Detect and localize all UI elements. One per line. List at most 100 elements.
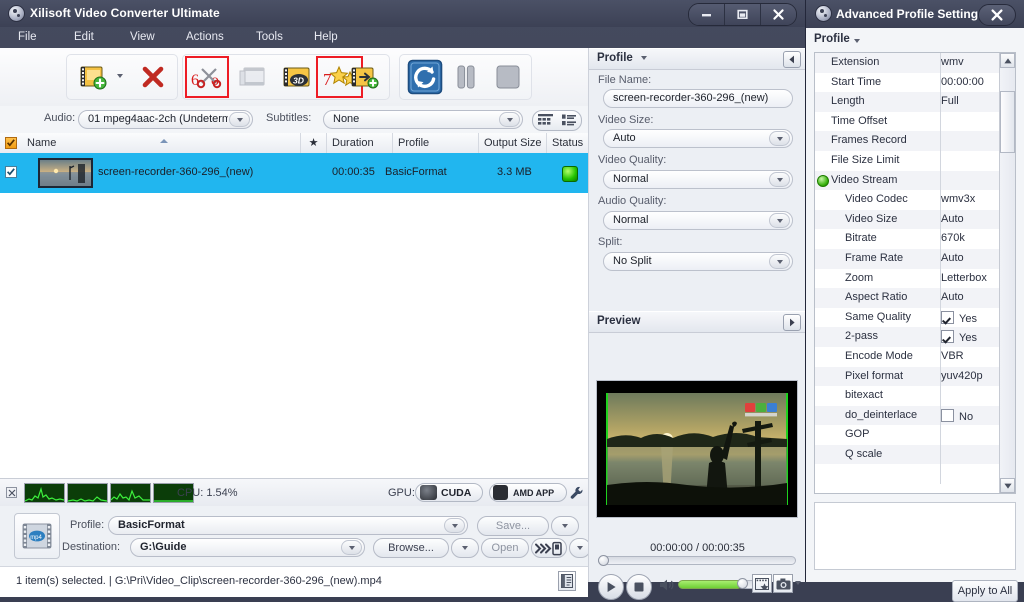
destination-select[interactable]: G:\Guide: [130, 538, 365, 557]
menu-help[interactable]: Help: [304, 28, 348, 47]
chevron-down-icon[interactable]: [229, 112, 250, 127]
export-button[interactable]: [343, 55, 387, 99]
volume-slider[interactable]: [678, 580, 742, 589]
camera-icon[interactable]: [773, 574, 793, 593]
chevron-down-icon[interactable]: [769, 131, 790, 146]
aps-close-button[interactable]: [978, 4, 1016, 26]
menu-tools[interactable]: Tools: [246, 28, 293, 47]
snapshot-series-icon[interactable]: [752, 574, 772, 593]
chevron-down-icon[interactable]: [641, 56, 647, 60]
settings-row[interactable]: bitexact: [815, 386, 1002, 406]
browse-dropdown-button[interactable]: [451, 538, 479, 558]
collapse-left-icon[interactable]: [783, 51, 801, 68]
select-all-checkbox[interactable]: [5, 137, 17, 149]
settings-row[interactable]: Same Quality Yes: [815, 307, 1002, 328]
file-list-body[interactable]: screen-recorder-360-296_(new) 00:00:35 B…: [0, 153, 588, 478]
column-status[interactable]: Status: [546, 133, 588, 153]
settings-row[interactable]: Time Offset: [815, 111, 1002, 132]
settings-row[interactable]: Length Full: [815, 92, 1002, 112]
column-name[interactable]: Name: [22, 133, 300, 153]
chevron-down-icon[interactable]: [769, 172, 790, 187]
play-icon[interactable]: [598, 574, 624, 600]
settings-checkbox[interactable]: [941, 310, 954, 324]
column-duration[interactable]: Duration: [326, 133, 392, 153]
audio-quality-select[interactable]: Normal: [603, 211, 793, 230]
save-dropdown-button[interactable]: [551, 516, 579, 536]
chevron-down-icon[interactable]: [444, 518, 465, 533]
save-profile-button[interactable]: Save...: [477, 516, 549, 536]
preview-video[interactable]: [596, 380, 798, 518]
settings-row[interactable]: Pixel format yuv420p: [815, 366, 1002, 387]
remove-file-button[interactable]: [131, 55, 175, 99]
settings-row[interactable]: Encode Mode VBR: [815, 346, 1002, 367]
scroll-up-button[interactable]: [1000, 53, 1015, 68]
add-file-button[interactable]: [71, 55, 115, 99]
menu-actions[interactable]: Actions: [176, 28, 234, 47]
table-row[interactable]: screen-recorder-360-296_(new) 00:00:35 B…: [0, 153, 588, 193]
properties-icon[interactable]: [558, 571, 576, 591]
column-output-size[interactable]: Output Size: [478, 133, 546, 153]
apply-to-all-button[interactable]: Apply to All: [952, 580, 1018, 602]
chevron-down-icon[interactable]: [499, 112, 520, 127]
settings-grid[interactable]: Extension wmv Start Time 00:00:00 Length Full…: [814, 52, 1016, 494]
seek-slider[interactable]: [598, 555, 796, 566]
seek-knob[interactable]: [598, 555, 609, 566]
chevron-down-icon[interactable]: [769, 213, 790, 228]
split-select[interactable]: No Split: [603, 252, 793, 271]
row-checkbox[interactable]: [5, 166, 17, 178]
settings-row[interactable]: Q scale: [815, 444, 1002, 465]
expander-icon[interactable]: [817, 174, 829, 187]
close-small-icon[interactable]: [6, 487, 17, 498]
settings-row[interactable]: Video Codec wmv3x: [815, 190, 1002, 210]
settings-row[interactable]: File Size Limit: [815, 150, 1002, 171]
list-view-icon[interactable]: [557, 111, 581, 128]
browse-button[interactable]: Browse...: [373, 538, 449, 558]
volume-icon[interactable]: [659, 578, 675, 592]
open-folder-button[interactable]: Open: [481, 538, 529, 558]
3d-button[interactable]: 3D: [275, 55, 319, 99]
video-quality-select[interactable]: Normal: [603, 170, 793, 189]
settings-row[interactable]: Frames Record: [815, 131, 1002, 151]
file-name-input[interactable]: screen-recorder-360-296_(new): [603, 89, 793, 108]
subtitles-select[interactable]: None: [323, 110, 523, 129]
chevron-down-icon[interactable]: [769, 254, 790, 269]
menu-file[interactable]: File: [8, 28, 47, 47]
transfer-device-icon[interactable]: [531, 538, 567, 558]
grid-view-icon[interactable]: [533, 111, 557, 128]
wrench-icon[interactable]: [569, 485, 585, 501]
stop-button[interactable]: [486, 55, 530, 99]
settings-row[interactable]: Video Size Auto: [815, 209, 1002, 230]
convert-button[interactable]: [403, 55, 447, 99]
expand-right-icon[interactable]: [783, 314, 801, 331]
settings-row[interactable]: Video Stream: [815, 170, 1002, 191]
scrollbar-thumb[interactable]: [1000, 91, 1015, 153]
output-format-icon[interactable]: mp4: [14, 513, 60, 559]
merge-button[interactable]: [231, 55, 275, 99]
audio-track-select[interactable]: 01 mpeg4aac-2ch (Undetermined: [78, 110, 253, 129]
settings-row[interactable]: GOP: [815, 425, 1002, 445]
add-file-dropdown[interactable]: [117, 74, 123, 78]
settings-row[interactable]: do_deinterlace No: [815, 405, 1002, 426]
profile-select[interactable]: BasicFormat: [108, 516, 468, 535]
volume-knob[interactable]: [737, 578, 748, 589]
settings-row[interactable]: Bitrate 670k: [815, 229, 1002, 249]
settings-row[interactable]: Zoom Letterbox: [815, 268, 1002, 289]
settings-row[interactable]: Extension wmv: [815, 53, 1002, 73]
settings-scrollbar[interactable]: [999, 53, 1015, 493]
settings-checkbox[interactable]: [941, 330, 954, 344]
menu-edit[interactable]: Edit: [64, 28, 104, 47]
chevron-down-icon[interactable]: [854, 39, 860, 43]
video-size-select[interactable]: Auto: [603, 129, 793, 148]
pause-button[interactable]: [444, 55, 488, 99]
chevron-down-icon[interactable]: [341, 540, 362, 555]
maximize-button[interactable]: [725, 4, 761, 25]
scroll-down-button[interactable]: [1000, 478, 1015, 493]
minimize-button[interactable]: [689, 4, 725, 25]
column-profile[interactable]: Profile: [392, 133, 478, 153]
settings-row[interactable]: Aspect Ratio Auto: [815, 288, 1002, 308]
settings-row[interactable]: Frame Rate Auto: [815, 248, 1002, 269]
settings-checkbox[interactable]: [941, 408, 954, 422]
settings-row[interactable]: Start Time 00:00:00: [815, 72, 1002, 93]
cuda-button[interactable]: CUDA: [415, 483, 483, 502]
settings-row[interactable]: 2-pass Yes: [815, 327, 1002, 347]
